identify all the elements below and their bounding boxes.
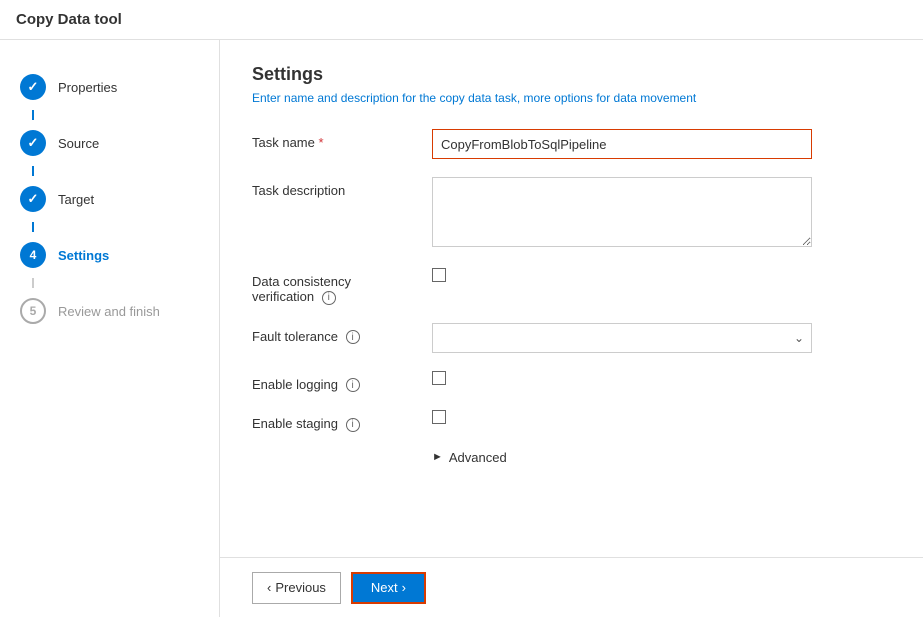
content-scrollable: Settings Enter name and description for … — [220, 40, 923, 557]
step-label-source: Source — [58, 136, 99, 151]
task-description-label: Task description — [252, 177, 432, 198]
section-title: Settings — [252, 64, 891, 85]
next-icon: › — [402, 580, 406, 595]
advanced-label: Advanced — [449, 450, 507, 465]
task-name-label: Task name * — [252, 129, 432, 150]
previous-button[interactable]: ‹ Previous — [252, 572, 341, 604]
enable-staging-control — [432, 410, 891, 427]
step-label-review: Review and finish — [58, 304, 160, 319]
enable-logging-row: Enable logging i — [252, 371, 891, 393]
step-connector-1 — [32, 110, 34, 120]
step-label-properties: Properties — [58, 80, 117, 95]
step-circle-review: 5 — [20, 298, 46, 324]
data-consistency-label: Data consistencyverification i — [252, 268, 432, 305]
app-title: Copy Data tool — [16, 11, 122, 28]
step-label-target: Target — [58, 192, 94, 207]
content-area: Settings Enter name and description for … — [220, 40, 923, 617]
chevron-right-icon: ► — [432, 451, 443, 463]
enable-staging-info-icon[interactable]: i — [346, 418, 360, 432]
step-label-settings: Settings — [58, 248, 109, 263]
step-connector-3 — [32, 222, 34, 232]
required-marker: * — [315, 135, 324, 150]
enable-logging-control — [432, 371, 891, 388]
fault-tolerance-info-icon[interactable]: i — [346, 330, 360, 344]
main-layout: Properties Source Target 4 Settings 5 Re… — [0, 40, 923, 617]
sidebar-item-review[interactable]: 5 Review and finish — [0, 288, 219, 334]
data-consistency-checkbox[interactable] — [432, 268, 446, 282]
section-subtitle: Enter name and description for the copy … — [252, 91, 891, 105]
data-consistency-checkbox-row — [432, 268, 891, 282]
sidebar-item-target[interactable]: Target — [0, 176, 219, 222]
step-number-review: 5 — [30, 304, 37, 318]
sidebar-item-settings[interactable]: 4 Settings — [0, 232, 219, 278]
data-consistency-row: Data consistencyverification i — [252, 268, 891, 305]
sidebar-item-properties[interactable]: Properties — [0, 64, 219, 110]
sidebar: Properties Source Target 4 Settings 5 Re… — [0, 40, 220, 617]
next-label: Next — [371, 580, 398, 595]
task-description-input[interactable] — [432, 177, 812, 247]
task-name-row: Task name * — [252, 129, 891, 159]
next-button[interactable]: Next › — [351, 572, 426, 604]
step-circle-settings: 4 — [20, 242, 46, 268]
data-consistency-control — [432, 268, 891, 282]
fault-tolerance-select-wrapper: ⌄ — [432, 323, 812, 353]
enable-logging-checkbox[interactable] — [432, 371, 446, 385]
footer: ‹ Previous Next › — [220, 557, 923, 617]
advanced-row[interactable]: ► Advanced — [432, 450, 891, 465]
fault-tolerance-select[interactable] — [432, 323, 812, 353]
previous-label: Previous — [275, 580, 326, 595]
previous-icon: ‹ — [267, 580, 271, 595]
enable-staging-checkbox[interactable] — [432, 410, 446, 424]
step-circle-properties — [20, 74, 46, 100]
enable-staging-row: Enable staging i — [252, 410, 891, 432]
fault-tolerance-label: Fault tolerance i — [252, 323, 432, 345]
task-description-control — [432, 177, 891, 250]
task-name-control — [432, 129, 891, 159]
title-bar: Copy Data tool — [0, 0, 923, 40]
enable-logging-label: Enable logging i — [252, 371, 432, 393]
sidebar-item-source[interactable]: Source — [0, 120, 219, 166]
data-consistency-info-icon[interactable]: i — [322, 291, 336, 305]
enable-logging-info-icon[interactable]: i — [346, 378, 360, 392]
enable-staging-label: Enable staging i — [252, 410, 432, 432]
task-description-row: Task description — [252, 177, 891, 250]
step-connector-2 — [32, 166, 34, 176]
fault-tolerance-row: Fault tolerance i ⌄ — [252, 323, 891, 353]
fault-tolerance-control: ⌄ — [432, 323, 891, 353]
step-connector-4 — [32, 278, 34, 288]
step-circle-target — [20, 186, 46, 212]
step-number-settings: 4 — [30, 248, 37, 262]
task-name-input[interactable] — [432, 129, 812, 159]
step-circle-source — [20, 130, 46, 156]
